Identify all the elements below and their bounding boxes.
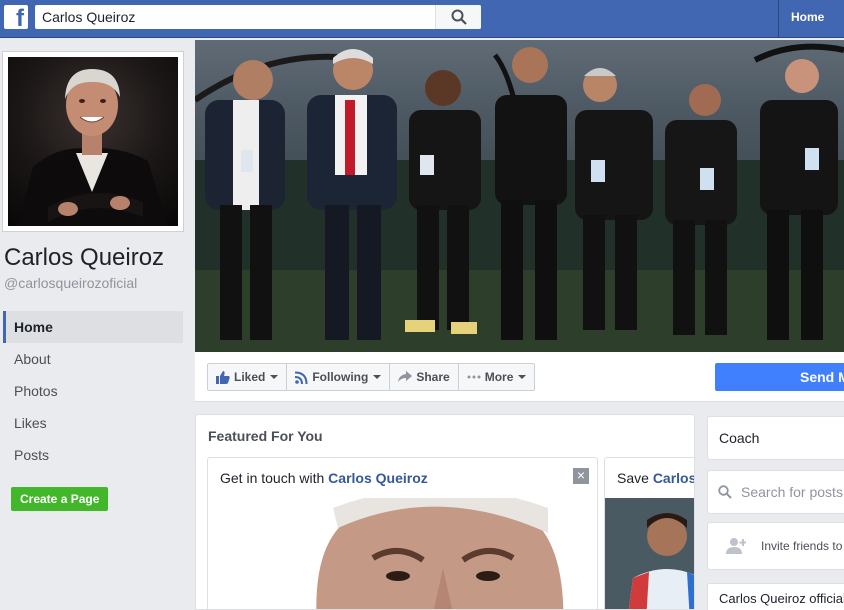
search-posts-box[interactable]: Search for posts xyxy=(707,470,844,514)
liked-button[interactable]: Liked xyxy=(208,364,288,390)
invite-friends-label: Invite friends to xyxy=(761,539,843,553)
card-title-prefix: Get in touch with xyxy=(220,470,329,486)
cover-team-illustration xyxy=(195,40,844,352)
card-title: Save Carlos xyxy=(617,470,694,486)
page-action-bar: Liked Following Share More Send M xyxy=(195,352,844,402)
profile-photo xyxy=(8,57,178,226)
page-name: Carlos Queiroz xyxy=(4,244,165,271)
more-label: More xyxy=(484,370,514,384)
chevron-down-icon xyxy=(270,375,279,379)
create-page-button[interactable]: Create a Page xyxy=(11,487,109,511)
cover-photo[interactable] xyxy=(195,40,844,352)
search-button[interactable] xyxy=(435,5,481,29)
following-label: Following xyxy=(312,370,369,384)
featured-card-save[interactable]: Save Carlos xyxy=(604,457,694,609)
facebook-logo[interactable]: f xyxy=(4,5,28,29)
card-title: Get in touch with Carlos Queiroz xyxy=(220,470,428,486)
search-icon xyxy=(451,9,467,25)
card-title-prefix: Save xyxy=(617,470,653,486)
face-closeup-illustration xyxy=(278,498,597,609)
featured-card-get-in-touch[interactable]: Get in touch with Carlos Queiroz × xyxy=(207,457,598,609)
sidebar-item-home[interactable]: Home xyxy=(3,311,183,343)
card-title-name-link[interactable]: Carlos Queiroz xyxy=(328,470,428,486)
search-icon xyxy=(718,485,732,499)
add-friend-icon xyxy=(726,538,746,554)
nav-home-link[interactable]: Home xyxy=(778,0,836,38)
page-handle[interactable]: @carlosqueirozoficial xyxy=(4,275,137,291)
thumbs-up-icon xyxy=(216,371,230,384)
liked-label: Liked xyxy=(234,370,266,384)
chevron-down-icon xyxy=(518,375,527,379)
close-icon[interactable]: × xyxy=(573,468,589,484)
send-message-button[interactable]: Send M xyxy=(715,363,844,391)
featured-for-you-section: Featured For You Get in touch with Carlo… xyxy=(195,414,695,610)
search-bar xyxy=(35,5,481,29)
search-posts-placeholder: Search for posts xyxy=(741,484,843,500)
profile-picture[interactable] xyxy=(2,51,184,232)
card-photo xyxy=(278,498,597,609)
share-label: Share xyxy=(416,370,450,384)
featured-title: Featured For You xyxy=(208,428,323,444)
following-button[interactable]: Following xyxy=(287,364,391,390)
card-title-name-link[interactable]: Carlos xyxy=(653,470,694,486)
action-button-group: Liked Following Share More xyxy=(207,363,536,391)
page-sidebar-nav: Home About Photos Likes Posts xyxy=(3,311,183,471)
official-page-link[interactable]: Carlos Queiroz official xyxy=(707,583,844,610)
sidebar-item-likes[interactable]: Likes xyxy=(3,407,183,439)
profile-person-illustration xyxy=(18,69,168,226)
sidebar-item-posts[interactable]: Posts xyxy=(3,439,183,471)
more-button[interactable]: More xyxy=(459,364,535,390)
share-arrow-icon xyxy=(398,371,413,382)
sidebar-item-photos[interactable]: Photos xyxy=(3,375,183,407)
page-category[interactable]: Coach xyxy=(707,416,844,460)
player-illustration xyxy=(605,498,694,609)
more-dots-icon xyxy=(467,375,481,379)
card-photo xyxy=(605,498,694,609)
share-button[interactable]: Share xyxy=(390,364,459,390)
search-input[interactable] xyxy=(35,5,435,29)
rss-icon xyxy=(295,371,308,384)
top-navigation-bar: f Home xyxy=(0,0,844,38)
sidebar-item-about[interactable]: About xyxy=(3,343,183,375)
invite-friends-box[interactable]: Invite friends to xyxy=(707,522,844,570)
chevron-down-icon xyxy=(373,375,382,379)
